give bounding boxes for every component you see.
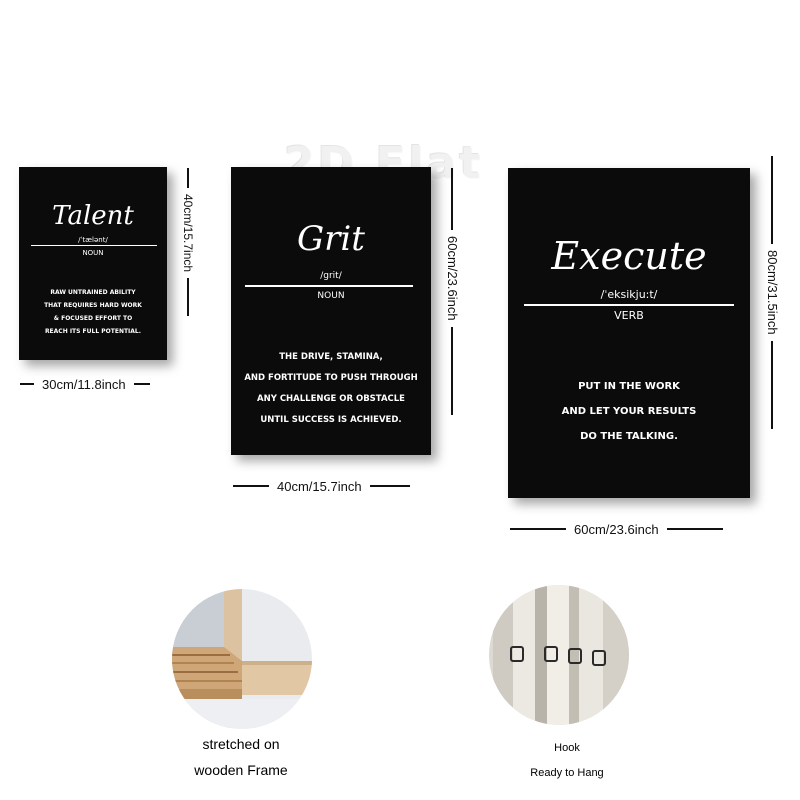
part-of-speech: VERB [614, 309, 644, 322]
poster-talent: Talent /ˈtælənt/ NOUN RAW UNTRAINED ABIL… [19, 167, 167, 360]
dimension-dash [666, 528, 723, 530]
width-dimension-grit: 40cm/15.7inch [233, 478, 410, 494]
height-dimension-execute: 80cm/31.5inch [764, 156, 780, 429]
hook-illustration [489, 585, 629, 725]
divider-line [524, 304, 734, 306]
wooden-frame-photo [172, 589, 312, 729]
poster-word: Talent [52, 201, 134, 231]
divider-line [245, 285, 413, 287]
definition-line: AND FORTITUDE TO PUSH THROUGH [244, 373, 418, 383]
definition-line: PUT IN THE WORK [578, 381, 680, 392]
height-dimension-talent: 40cm/15.7inch [180, 168, 196, 317]
wooden-frame-illustration [172, 589, 312, 729]
caption-line: Hook [554, 742, 580, 754]
width-dimension-execute: 60cm/23.6inch [510, 521, 723, 537]
definition-line: RAW UNTRAINED ABILITY [50, 289, 136, 296]
dimension-dash [369, 485, 410, 487]
caption-line: stretched on [202, 736, 280, 752]
height-label: 80cm/31.5inch [765, 250, 780, 335]
dimension-dash [133, 383, 150, 385]
poster-grit: Grit /grit/ NOUN THE DRIVE, STAMINA, AND… [231, 167, 431, 455]
definition-line: THE DRIVE, STAMINA, [279, 352, 383, 362]
definition-line: THAT REQUIRES HARD WORK [44, 302, 142, 309]
dimension-dash [771, 340, 773, 429]
poster-word: Execute [551, 234, 707, 278]
definition: THE DRIVE, STAMINA, AND FORTITUDE TO PUS… [231, 347, 431, 431]
definition-line: UNTIL SUCCESS IS ACHIEVED. [260, 415, 402, 425]
definition-line: DO THE TALKING. [580, 431, 678, 442]
dimension-dash [233, 485, 269, 487]
width-label: 40cm/15.7inch [277, 478, 362, 494]
caption-line: Ready to Hang [530, 767, 604, 779]
definition: PUT IN THE WORK AND LET YOUR RESULTS DO … [508, 374, 750, 449]
frame-caption: stretched on wooden Frame [174, 731, 308, 783]
width-dimension-talent: 30cm/11.8inch [20, 376, 150, 392]
height-dimension-grit: 60cm/23.6inch [444, 168, 460, 415]
hook-caption: Hook Ready to Hang [500, 736, 634, 786]
height-label: 40cm/15.7inch [181, 194, 195, 273]
definition-line: REACH ITS FULL POTENTIAL. [44, 328, 142, 335]
definition-line: AND LET YOUR RESULTS [561, 406, 697, 417]
pronunciation: /ˈtælənt/ [78, 236, 108, 244]
width-label: 60cm/23.6inch [574, 521, 659, 537]
dimension-dash [187, 278, 189, 317]
dimension-dash [451, 168, 453, 230]
caption-line: wooden Frame [194, 762, 288, 778]
part-of-speech: NOUN [82, 249, 104, 257]
dimension-dash [510, 528, 566, 530]
dimension-dash [771, 156, 773, 244]
pronunciation: /grit/ [320, 271, 342, 281]
definition-line: & FOCUSED EFFORT TO [53, 315, 133, 322]
pronunciation: /ˈeksikju:t/ [600, 288, 658, 301]
hook-photo [489, 585, 629, 725]
definition: RAW UNTRAINED ABILITY THAT REQUIRES HARD… [19, 286, 167, 338]
poster-execute: Execute /ˈeksikju:t/ VERB PUT IN THE WOR… [508, 168, 750, 498]
dimension-dash [187, 168, 189, 188]
dimension-dash [451, 326, 453, 415]
definition-line: ANY CHALLENGE OR OBSTACLE [257, 394, 405, 404]
height-label: 60cm/23.6inch [445, 236, 460, 321]
dimension-dash [20, 383, 34, 385]
width-label: 30cm/11.8inch [42, 376, 126, 392]
divider-line [31, 245, 157, 246]
part-of-speech: NOUN [317, 291, 345, 301]
poster-word: Grit [297, 219, 365, 259]
